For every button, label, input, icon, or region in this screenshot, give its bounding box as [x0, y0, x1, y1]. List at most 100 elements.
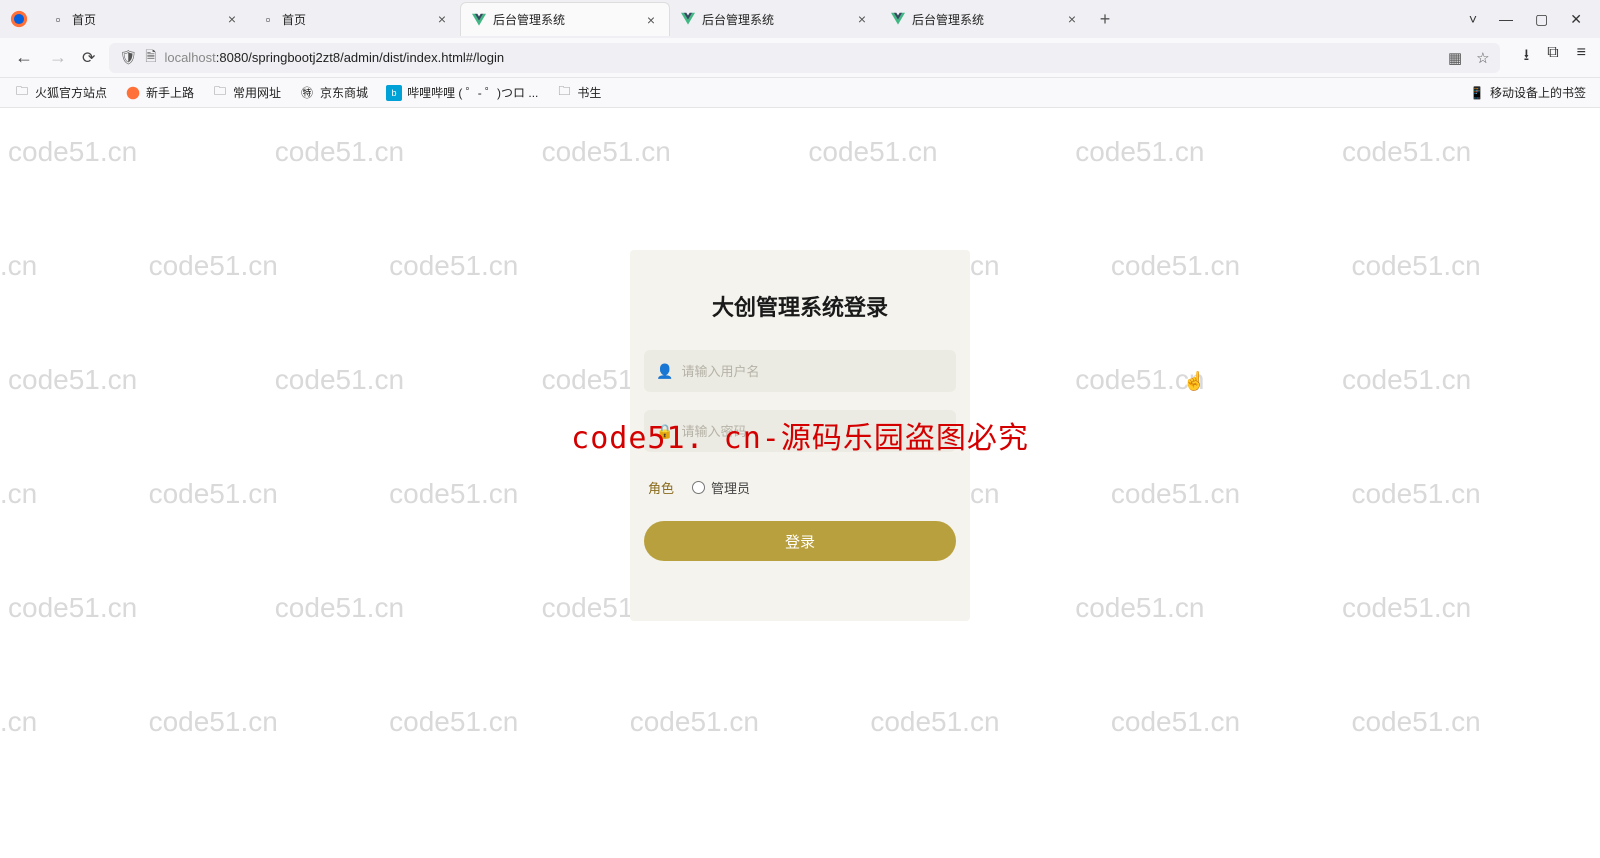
qr-icon[interactable]: ▦	[1448, 49, 1462, 67]
bookmark-item[interactable]: ㊕京东商城	[299, 84, 368, 101]
watermark-cell: code51.cn	[1351, 706, 1592, 738]
close-icon[interactable]: ×	[434, 11, 450, 27]
close-icon[interactable]: ×	[224, 11, 240, 27]
watermark-cell: code51.cn	[1111, 478, 1352, 510]
nav-forward-icon[interactable]: →	[48, 47, 68, 68]
role-row: 角色 管理员	[644, 470, 956, 521]
watermark-cell: code51.cn	[8, 364, 258, 396]
watermark-cell: code51.cn	[0, 706, 149, 738]
vue-favicon	[680, 11, 696, 27]
user-icon: 👤	[656, 363, 673, 380]
nav-back-icon[interactable]: ←	[14, 47, 34, 68]
bookmark-item[interactable]: b哔哩哔哩 ( ゜- ゜)つロ ...	[386, 84, 538, 101]
watermark-cell: code51.cn	[389, 250, 630, 282]
jd-icon: ㊕	[299, 85, 315, 101]
tab-admin-3[interactable]: 后台管理系统 ×	[880, 2, 1090, 36]
nav-toolbar: ← → ⟳ 🛡 🗎 localhost:8080/springbootj2zt8…	[0, 38, 1600, 78]
watermark-cell: code51.cn	[1351, 478, 1592, 510]
window-close-icon[interactable]: ✕	[1570, 11, 1582, 28]
mobile-bookmarks[interactable]: 📱 移动设备上的书签	[1469, 84, 1586, 101]
generic-favicon: ▫	[50, 11, 66, 27]
bookmark-item[interactable]: 🗀 常用网址	[212, 84, 281, 101]
watermark-cell: code51.cn	[0, 478, 149, 510]
tabs-overflow-icon[interactable]: ˅	[1469, 11, 1477, 27]
bookmark-label: 常用网址	[233, 84, 281, 101]
role-radio-admin[interactable]	[692, 481, 705, 494]
bookmark-label: 京东商城	[320, 84, 368, 101]
watermark-cell: code51.cn	[1351, 250, 1592, 282]
tab-home-2[interactable]: ▫ 首页 ×	[250, 2, 460, 36]
login-title: 大创管理系统登录	[644, 290, 956, 322]
tab-admin-2[interactable]: 后台管理系统 ×	[670, 2, 880, 36]
window-minimize-icon[interactable]: —	[1499, 11, 1513, 27]
watermark-cell: code51.cn	[275, 364, 525, 396]
role-label: 角色	[648, 478, 674, 497]
login-button[interactable]: 登录	[644, 521, 956, 561]
watermark-cell: code51.cn	[275, 136, 525, 168]
generic-favicon: ▫	[260, 11, 276, 27]
cursor-icon: ☝	[1183, 371, 1205, 392]
folder-icon: 🗀	[556, 85, 572, 101]
watermark-cell: code51.cn	[275, 592, 525, 624]
vue-favicon	[471, 12, 487, 28]
watermark-cell: code51.cn	[0, 250, 149, 282]
watermark-cell: code51.cn	[1075, 364, 1325, 396]
tab-home-1[interactable]: ▫ 首页 ×	[40, 2, 250, 36]
role-option-label: 管理员	[711, 478, 750, 497]
downloads-icon[interactable]: ⭳	[1524, 44, 1530, 71]
bookmark-label: 书生	[577, 84, 601, 101]
address-path: :8080/springbootj2zt8/admin/dist/index.h…	[216, 50, 504, 65]
password-input[interactable]	[681, 424, 944, 439]
watermark-cell: code51.cn	[389, 706, 630, 738]
password-field-wrapper: 🔒	[644, 410, 956, 452]
tab-strip: ▫ 首页 × ▫ 首页 × 后台管理系统 × 后台管理系统 ×	[0, 0, 1600, 38]
watermark-cell: code51.cn	[870, 706, 1111, 738]
menu-icon[interactable]: ≡	[1577, 44, 1586, 71]
bookmarks-bar: 🗀火狐官方站点 新手上路 🗀 常用网址 ㊕京东商城 b哔哩哔哩 ( ゜- ゜)つロ…	[0, 78, 1600, 108]
tab-title: 首页	[282, 11, 428, 28]
watermark-cell: code51.cn	[630, 706, 871, 738]
watermark-row: code51.cn code51.cn code51.cn code51.cn …	[0, 136, 1600, 168]
watermark-cell: code51.cn	[149, 250, 390, 282]
tab-admin-1[interactable]: 后台管理系统 ×	[460, 2, 670, 36]
close-icon[interactable]: ×	[1064, 11, 1080, 27]
login-card: 大创管理系统登录 👤 🔒 角色 管理员 登录	[630, 250, 970, 621]
watermark-cell: code51.cn	[1111, 706, 1352, 738]
bookmark-item[interactable]: 🗀 书生	[556, 84, 601, 101]
watermark-cell: code51.cn	[1075, 592, 1325, 624]
tab-title: 后台管理系统	[912, 11, 1058, 28]
lock-icon: 🔒	[656, 423, 673, 440]
shield-icon: 🛡	[119, 49, 137, 66]
firefox-app-icon	[8, 8, 30, 30]
page-info-icon: 🗎	[145, 46, 156, 70]
folder-icon: 🗀	[14, 85, 30, 101]
bookmark-star-icon[interactable]: ☆	[1476, 49, 1489, 67]
close-icon[interactable]: ×	[643, 12, 659, 28]
watermark-cell: code51.cn	[1342, 592, 1592, 624]
bookmark-item[interactable]: 🗀火狐官方站点	[14, 84, 107, 101]
tab-title: 后台管理系统	[493, 11, 637, 28]
folder-icon: 🗀	[212, 85, 228, 101]
watermark-cell: code51.cn	[1342, 136, 1592, 168]
new-tab-button[interactable]: +	[1090, 9, 1120, 30]
bookmark-item[interactable]: 新手上路	[125, 84, 194, 101]
address-bar[interactable]: 🛡 🗎 localhost:8080/springbootj2zt8/admin…	[109, 43, 1499, 73]
mobile-icon: 📱	[1469, 85, 1485, 101]
bilibili-icon: b	[386, 85, 402, 101]
watermark-row: code51.cn code51.cn code51.cn code51.cn …	[0, 706, 1600, 738]
reload-icon[interactable]: ⟳	[82, 48, 95, 68]
address-host: localhost	[164, 50, 215, 65]
vue-favicon	[890, 11, 906, 27]
username-input[interactable]	[681, 364, 944, 379]
tab-title: 后台管理系统	[702, 11, 848, 28]
close-icon[interactable]: ×	[854, 11, 870, 27]
role-option-admin[interactable]: 管理员	[692, 478, 750, 497]
tab-title: 首页	[72, 11, 218, 28]
watermark-cell: code51.cn	[149, 706, 390, 738]
watermark-cell: code51.cn	[8, 592, 258, 624]
watermark-cell: code51.cn	[389, 478, 630, 510]
extensions-icon[interactable]: ⧉	[1547, 44, 1558, 71]
watermark-cell: code51.cn	[808, 136, 1058, 168]
bookmark-label: 移动设备上的书签	[1490, 84, 1586, 101]
window-maximize-icon[interactable]: ▢	[1535, 11, 1548, 28]
